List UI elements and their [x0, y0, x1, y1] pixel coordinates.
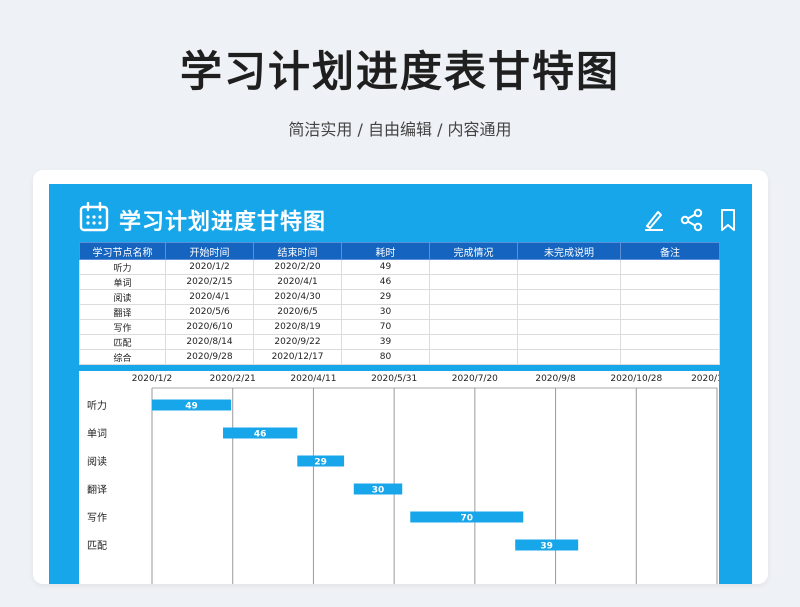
table-row: 听力 2020/1/2 2020/2/20 49 [79, 259, 720, 275]
table-cell[interactable] [517, 334, 621, 350]
table-row: 阅读 2020/4/1 2020/4/30 29 [79, 289, 720, 305]
table-cell[interactable] [620, 274, 720, 290]
task-duration-label: 30 [372, 486, 385, 496]
table-cell[interactable]: 2020/6/5 [253, 304, 342, 320]
table-cell[interactable] [620, 259, 720, 275]
table-cell[interactable] [517, 319, 621, 335]
column-header-reason: 未完成说明 [517, 242, 621, 260]
table-cell[interactable]: 翻译 [79, 304, 166, 320]
table-cell[interactable] [620, 304, 720, 320]
table-cell[interactable]: 匹配 [79, 334, 166, 350]
bookmark-icon[interactable] [719, 208, 737, 236]
table-cell[interactable]: 2020/5/6 [165, 304, 254, 320]
task-duration-label: 70 [461, 514, 474, 524]
table-cell[interactable] [429, 304, 518, 320]
task-duration-label: 46 [254, 430, 267, 440]
table-cell[interactable]: 2020/4/1 [165, 289, 254, 305]
task-label: 匹配 [87, 540, 107, 552]
x-tick-label: 2020/1/2 [132, 374, 172, 384]
table-cell[interactable] [517, 274, 621, 290]
table-cell[interactable]: 29 [341, 289, 430, 305]
x-tick-label: 2020/5/31 [371, 374, 417, 384]
gantt-chart: 2020/1/2 2020/2/21 2020/4/11 2020/5/31 2020/… [79, 371, 719, 584]
table-cell[interactable]: 46 [341, 274, 430, 290]
table-cell[interactable] [517, 289, 621, 305]
table-cell[interactable]: 2020/2/15 [165, 274, 254, 290]
table-cell[interactable] [517, 349, 621, 365]
table-cell[interactable]: 综合 [79, 349, 166, 365]
x-tick-label: 2020/12/17 [691, 374, 719, 384]
table-cell[interactable]: 单词 [79, 274, 166, 290]
plan-table: 学习节点名称 开始时间 结束时间 耗时 完成情况 未完成说明 备注 听力 2020… [79, 242, 720, 365]
table-cell[interactable] [620, 334, 720, 350]
table-cell[interactable] [517, 259, 621, 275]
table-row: 翻译 2020/5/6 2020/6/5 30 [79, 304, 720, 320]
table-cell[interactable] [429, 274, 518, 290]
table-cell[interactable] [620, 289, 720, 305]
gantt-svg: 2020/1/2 2020/2/21 2020/4/11 2020/5/31 2020/… [87, 374, 719, 584]
table-cell[interactable]: 49 [341, 259, 430, 275]
column-header-status: 完成情况 [429, 242, 518, 260]
table-row: 综合 2020/9/28 2020/12/17 80 [79, 349, 720, 365]
table-cell[interactable]: 2020/1/2 [165, 259, 254, 275]
table-cell[interactable] [429, 259, 518, 275]
table-cell[interactable] [429, 319, 518, 335]
x-tick-label: 2020/4/11 [290, 374, 336, 384]
table-cell[interactable]: 2020/4/1 [253, 274, 342, 290]
share-icon[interactable] [680, 208, 704, 236]
task-duration-label: 49 [185, 402, 198, 412]
table-cell[interactable] [517, 304, 621, 320]
task-duration-label: 29 [314, 458, 327, 468]
table-cell[interactable]: 2020/8/19 [253, 319, 342, 335]
table-cell[interactable] [429, 334, 518, 350]
page-title: 学习计划进度表甘特图 [179, 47, 620, 96]
column-header-notes: 备注 [620, 242, 720, 260]
table-row: 写作 2020/6/10 2020/8/19 70 [79, 319, 720, 335]
x-tick-label: 2020/2/21 [210, 374, 256, 384]
table-header-row: 学习节点名称 开始时间 结束时间 耗时 完成情况 未完成说明 备注 [79, 242, 720, 260]
task-label: 翻译 [87, 484, 107, 496]
table-cell[interactable]: 听力 [79, 259, 166, 275]
table-cell[interactable]: 2020/12/17 [253, 349, 342, 365]
task-label: 听力 [87, 399, 107, 412]
table-cell[interactable]: 2020/6/10 [165, 319, 254, 335]
table-cell[interactable] [620, 319, 720, 335]
task-label: 阅读 [87, 455, 107, 468]
content-card: 学习计划进度甘特图 学习节点名称 开始时间 结束时间 耗时 完成情况 未完成说明… [33, 170, 768, 584]
table-cell[interactable]: 39 [341, 334, 430, 350]
task-label: 单词 [87, 428, 107, 440]
table-cell[interactable]: 2020/8/14 [165, 334, 254, 350]
task-label: 写作 [87, 512, 107, 524]
x-tick-label: 2020/10/28 [610, 374, 662, 384]
column-header-name: 学习节点名称 [79, 242, 166, 260]
table-cell[interactable]: 阅读 [79, 289, 166, 305]
table-cell[interactable] [620, 349, 720, 365]
edit-icon[interactable] [643, 208, 665, 236]
column-header-start: 开始时间 [165, 242, 254, 260]
x-tick-label: 2020/9/8 [535, 374, 576, 384]
panel-header: 学习计划进度甘特图 [49, 184, 752, 242]
table-cell[interactable] [429, 289, 518, 305]
table-cell[interactable]: 2020/9/22 [253, 334, 342, 350]
gantt-panel: 学习计划进度甘特图 学习节点名称 开始时间 结束时间 耗时 完成情况 未完成说明… [49, 184, 752, 584]
column-header-end: 结束时间 [253, 242, 342, 260]
table-cell[interactable]: 30 [341, 304, 430, 320]
table-cell[interactable]: 2020/2/20 [253, 259, 342, 275]
table-row: 匹配 2020/8/14 2020/9/22 39 [79, 334, 720, 350]
table-cell[interactable]: 80 [341, 349, 430, 365]
task-duration-label: 39 [540, 542, 553, 552]
table-cell[interactable]: 2020/9/28 [165, 349, 254, 365]
x-tick-label: 2020/7/20 [452, 374, 498, 384]
table-cell[interactable]: 70 [341, 319, 430, 335]
table-cell[interactable]: 2020/4/30 [253, 289, 342, 305]
panel-title: 学习计划进度甘特图 [119, 210, 327, 235]
table-cell[interactable] [429, 349, 518, 365]
table-row: 单词 2020/2/15 2020/4/1 46 [79, 274, 720, 290]
page-subtitle: 简洁实用 / 自由编辑 / 内容通用 [288, 120, 512, 139]
table-cell[interactable]: 写作 [79, 319, 166, 335]
calendar-icon [79, 201, 109, 236]
column-header-duration: 耗时 [341, 242, 430, 260]
